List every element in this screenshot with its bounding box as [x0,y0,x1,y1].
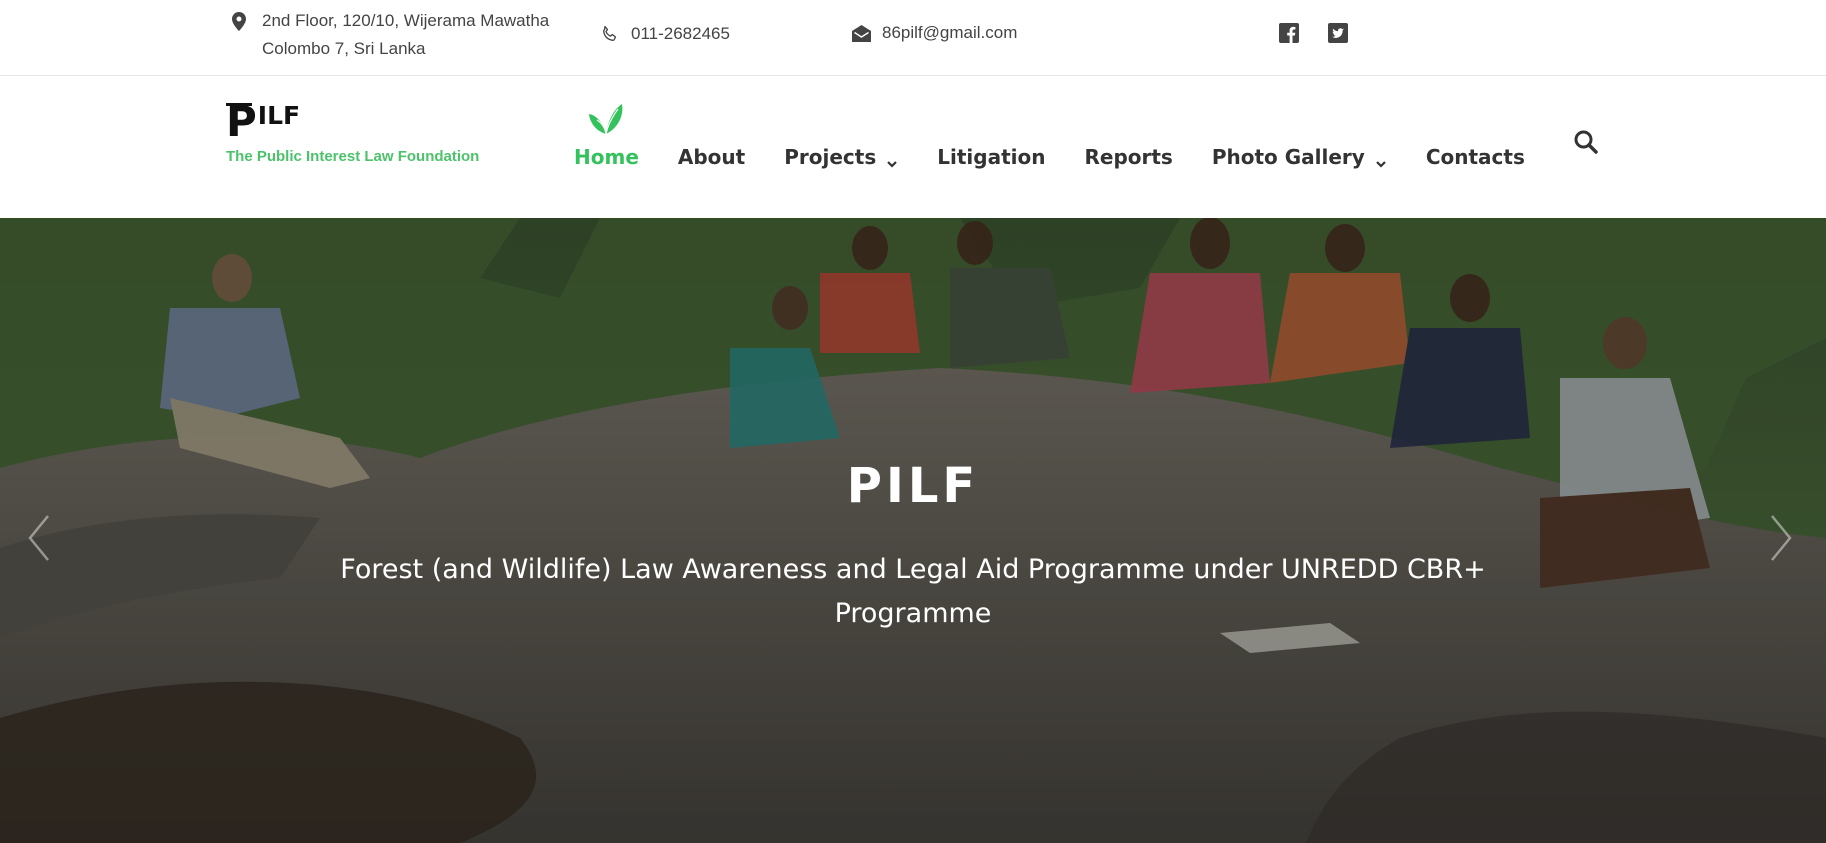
nav-label-photo-gallery: Photo Gallery [1211,144,1365,169]
chevron-left-icon[interactable] [18,508,58,568]
nav-item-projects[interactable]: Projects [784,145,898,169]
chevron-down-icon [1375,151,1387,168]
nav-item-home[interactable]: Home [574,103,639,169]
phone-number: 011-2682465 [631,24,730,43]
main-nav: Home About Projects Litigation Reports P… [574,77,1564,218]
twitter-icon[interactable] [1328,23,1348,43]
leaf-icon [587,101,625,135]
nav-item-litigation[interactable]: Litigation [937,145,1045,169]
hero-overlay [0,218,1826,843]
chevron-down-icon [886,151,898,168]
site-header: P ILF The Public Interest Law Foundation… [0,77,1826,218]
hero-subtitle: Forest (and Wildlife) Law Awareness and … [340,554,1486,629]
logo-tagline: The Public Interest Law Foundation [226,148,480,165]
envelope-icon [852,19,882,47]
nav-label-contacts: Contacts [1425,144,1525,169]
nav-label-home: Home [574,144,639,169]
nav-label-about: About [677,144,746,169]
email-block[interactable]: 86pilf@gmail.com [852,19,1017,47]
address-line-1: 2nd Floor, 120/10, Wijerama Mawatha [262,11,550,30]
site-logo[interactable]: P ILF The Public Interest Law Foundation [226,101,486,165]
logo-mark: P ILF [226,101,486,145]
nav-item-contacts[interactable]: Contacts [1426,145,1525,169]
nav-item-photo-gallery[interactable]: Photo Gallery [1212,145,1387,169]
nav-label-reports: Reports [1084,144,1173,169]
chevron-right-icon[interactable] [1762,508,1802,568]
top-contact-bar: 2nd Floor, 120/10, Wijerama Mawatha Colo… [0,0,1826,76]
map-pin-icon [232,7,262,35]
nav-item-reports[interactable]: Reports [1084,145,1172,169]
hero-title: PILF [846,458,980,514]
nav-label-litigation: Litigation [937,144,1046,169]
address-block: 2nd Floor, 120/10, Wijerama Mawatha Colo… [232,7,549,63]
facebook-icon[interactable] [1279,23,1299,43]
logo-letters-ilf: ILF [257,101,301,130]
phone-block[interactable]: 011-2682465 [601,20,730,48]
search-icon[interactable] [1572,128,1600,156]
phone-icon [601,20,631,48]
hero-slider: PILF Forest (and Wildlife) Law Awareness… [0,218,1826,843]
logo-letter-p: P [226,97,257,146]
nav-label-projects: Projects [784,144,877,169]
email-address: 86pilf@gmail.com [882,23,1018,42]
nav-item-about[interactable]: About [678,145,745,169]
address-line-2: Colombo 7, Sri Lanka [262,39,426,58]
